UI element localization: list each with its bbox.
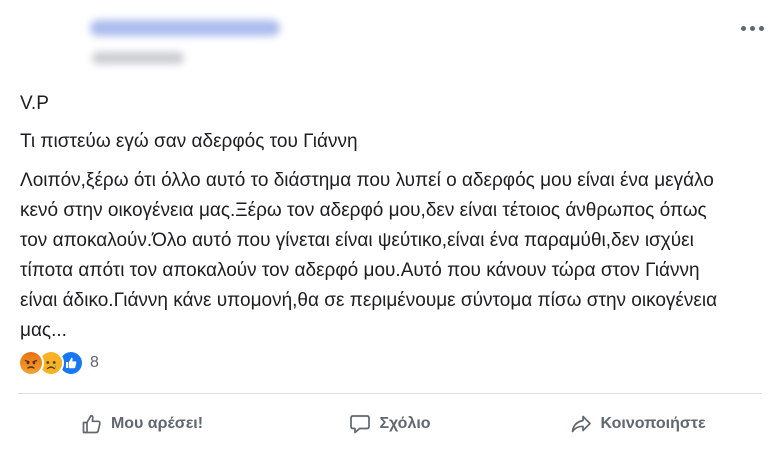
- comment-button-label: Σχόλιο: [379, 415, 431, 432]
- post-body: Λοιπόν,ξέρω ότι όλλο αυτό το διάστημα πο…: [20, 170, 718, 341]
- share-button-label: Κοινοποιήστε: [600, 415, 706, 432]
- more-dot-icon: [740, 25, 746, 31]
- angry-icon: [18, 350, 44, 376]
- reactions-summary[interactable]: 8: [18, 350, 99, 376]
- like-button[interactable]: Μου αρέσει!: [18, 402, 266, 446]
- post-actions: Μου αρέσει! Σχόλιο Κοινοποιήστε: [18, 402, 762, 446]
- comment-icon: [350, 415, 371, 434]
- post-signature: V.P: [20, 93, 49, 114]
- like-button-label: Μου αρέσει!: [110, 415, 204, 432]
- post-heading: Τι πιστεύω εγώ σαν αδερφός του Γιάννη: [20, 131, 358, 152]
- more-options-button[interactable]: [736, 18, 768, 38]
- comment-button[interactable]: Σχόλιο: [266, 402, 514, 446]
- post-header: [0, 0, 780, 80]
- author-name-blurred[interactable]: [90, 20, 280, 36]
- more-dot-icon: [758, 25, 764, 31]
- share-button[interactable]: Κοινοποιήστε: [514, 402, 762, 446]
- thumbs-up-icon: [82, 414, 101, 434]
- share-arrow-icon: [572, 415, 592, 433]
- reaction-count: 8: [90, 354, 99, 371]
- more-dot-icon: [749, 25, 755, 31]
- divider: [18, 393, 762, 394]
- post-timestamp-blurred[interactable]: [92, 52, 184, 64]
